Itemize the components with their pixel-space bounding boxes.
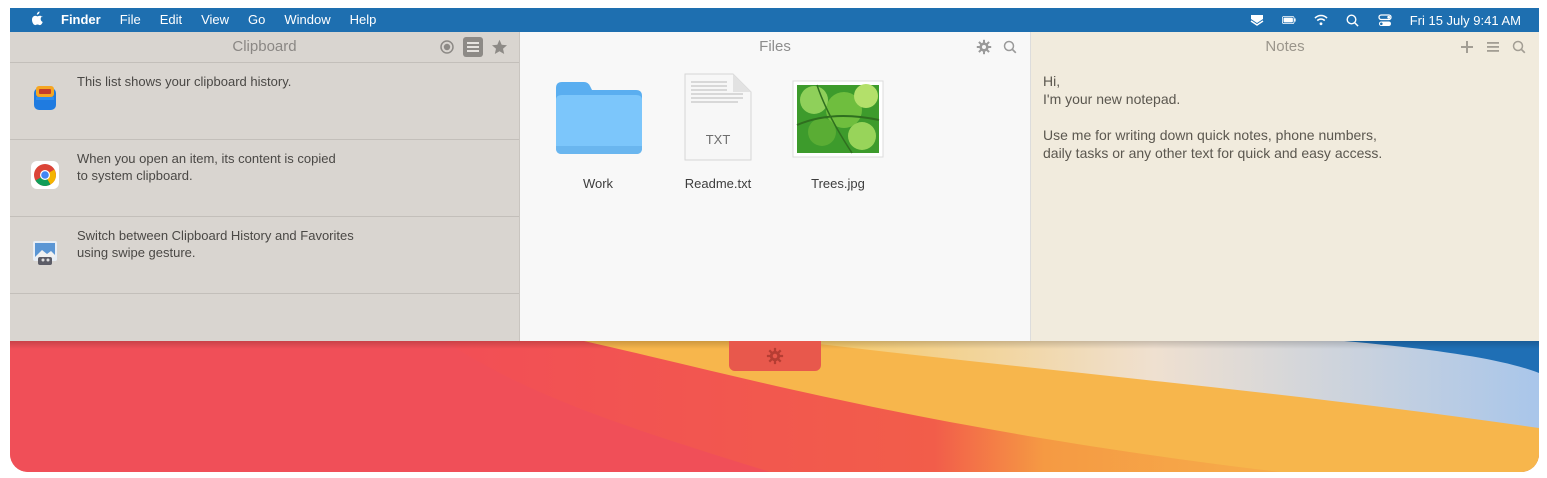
- record-icon[interactable]: [437, 37, 457, 57]
- clipboard-header: Clipboard: [10, 32, 519, 63]
- menu-edit[interactable]: Edit: [160, 8, 182, 32]
- file-name: Trees.jpg: [811, 176, 865, 191]
- image-thumbnail-icon: [792, 80, 884, 158]
- clipboard-app-icon: [30, 83, 60, 113]
- menu-go[interactable]: Go: [248, 8, 265, 32]
- folder-icon: [556, 82, 642, 154]
- spotlight-search-icon[interactable]: [1346, 13, 1360, 27]
- search-icon[interactable]: [1000, 37, 1020, 57]
- note-line: Use me for writing down quick notes, pho…: [1043, 127, 1377, 143]
- menubar-clock[interactable]: Fri 15 July 9:41 AM: [1410, 13, 1521, 28]
- wifi-icon[interactable]: [1314, 13, 1328, 27]
- menu-view[interactable]: View: [201, 8, 229, 32]
- control-center-icon[interactable]: [1378, 13, 1392, 27]
- clipboard-item[interactable]: Switch between Clipboard History and Fav…: [10, 217, 519, 294]
- list-icon[interactable]: [1483, 37, 1503, 57]
- clipboard-item[interactable]: When you open an item, its content is co…: [10, 140, 519, 217]
- search-icon[interactable]: [1509, 37, 1529, 57]
- clipboard-item-text: When you open an item, its content is co…: [77, 151, 336, 183]
- file-name: Work: [582, 176, 614, 191]
- note-line: I'm your new notepad.: [1043, 91, 1181, 107]
- settings-tab-button[interactable]: [729, 341, 821, 371]
- chrome-icon: [30, 160, 60, 190]
- notes-title: Notes: [1265, 38, 1305, 55]
- note-line: daily tasks or any other text for quick …: [1043, 145, 1383, 161]
- unclutter-icon[interactable]: [1250, 13, 1264, 27]
- clipboard-panel: Clipboard This list shows your clipboard…: [10, 32, 520, 341]
- menu-app-name[interactable]: Finder: [61, 8, 101, 32]
- note-blank-line: [1043, 108, 1527, 126]
- clipboard-title: Clipboard: [232, 38, 297, 55]
- apple-menu-icon[interactable]: [30, 11, 43, 29]
- notes-panel: Notes Hi, I'm your new notepad. Use me f…: [1031, 32, 1539, 341]
- plus-icon[interactable]: [1457, 37, 1477, 57]
- text-document-icon: TXT: [684, 73, 752, 161]
- gear-icon[interactable]: [974, 37, 994, 57]
- list-icon[interactable]: [463, 37, 483, 57]
- note-editor[interactable]: Hi, I'm your new notepad. Use me for wri…: [1031, 62, 1539, 172]
- clipboard-item[interactable]: This list shows your clipboard history.: [10, 63, 519, 140]
- battery-icon[interactable]: [1281, 13, 1296, 27]
- preview-app-icon: [30, 237, 60, 267]
- files-title: Files: [759, 38, 791, 55]
- txt-badge: TXT: [706, 132, 731, 147]
- files-panel: Files Work TXT Readme.txt Trees.jpg: [520, 32, 1031, 341]
- file-name: Readme.txt: [684, 176, 752, 191]
- star-icon[interactable]: [489, 37, 509, 57]
- clipboard-item-text: Switch between Clipboard History and Fav…: [77, 228, 354, 260]
- notes-header: Notes: [1031, 32, 1539, 62]
- menu-help[interactable]: Help: [350, 8, 377, 32]
- menu-window[interactable]: Window: [284, 8, 330, 32]
- files-header: Files: [520, 32, 1030, 62]
- menu-file[interactable]: File: [120, 8, 141, 32]
- desktop: Finder File Edit View Go Window Help Fri…: [10, 8, 1539, 472]
- note-line: Hi,: [1043, 73, 1061, 89]
- file-grid: Work TXT Readme.txt Trees.jpg: [520, 62, 1030, 322]
- gear-icon: [766, 347, 784, 365]
- clipboard-item-text: This list shows your clipboard history.: [77, 74, 292, 89]
- menu-bar: Finder File Edit View Go Window Help Fri…: [10, 8, 1539, 32]
